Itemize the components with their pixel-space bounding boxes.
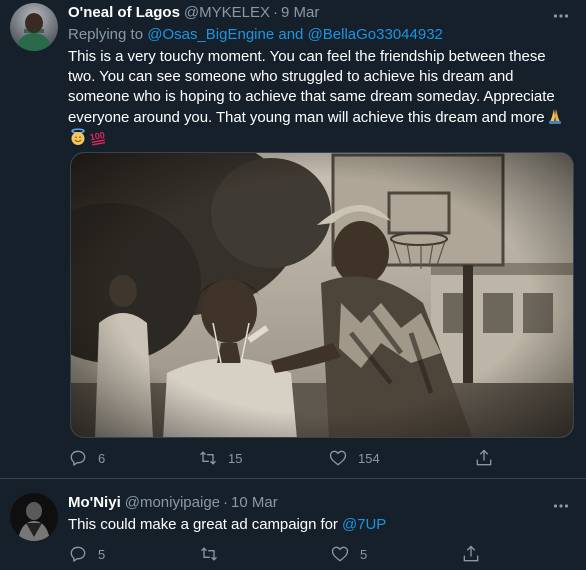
mention-link[interactable]: @Osas_BigEngine [147, 26, 274, 43]
tweet-actions: 5 5 [62, 544, 586, 564]
reply-and-text[interactable]: and [278, 26, 303, 43]
tweet-content: Mo'Niyi @moniyipaige · 10 Mar This could… [68, 493, 574, 535]
hundred-points-icon: 100 [89, 130, 106, 146]
tweet-text-content: This could make a great ad campaign for [68, 516, 338, 533]
tweet[interactable]: O'neal of Lagos @MYKELEX · 9 Mar Replyin… [0, 0, 586, 479]
avatar[interactable] [10, 493, 58, 541]
like-button[interactable]: 5 [324, 544, 455, 564]
more-options-icon[interactable] [552, 497, 570, 515]
tweet-text: This is a very touchy moment. You can fe… [68, 47, 574, 149]
like-count: 5 [360, 546, 368, 562]
display-name[interactable]: Mo'Niyi [68, 493, 121, 513]
heart-icon [329, 450, 347, 466]
heart-icon [331, 546, 349, 562]
tweet[interactable]: Mo'Niyi @moniyipaige · 10 Mar This could… [0, 479, 586, 570]
reply-button[interactable]: 5 [62, 544, 193, 564]
reply-icon [70, 546, 86, 562]
tweet-header: Mo'Niyi @moniyipaige · 10 Mar [68, 493, 574, 513]
retweet-button[interactable]: 15 [192, 448, 322, 468]
smiling-face-with-halo-icon [71, 128, 85, 145]
tweet-text-content: This is a very touchy moment. You can fe… [68, 48, 555, 126]
retweet-icon [200, 451, 216, 465]
mention-link[interactable]: @7UP [342, 516, 386, 533]
avatar[interactable] [10, 3, 58, 51]
folded-hands-icon [548, 109, 561, 124]
retweet-count: 15 [228, 450, 243, 466]
tweet-actions: 6 15 154 [62, 448, 586, 468]
tweet-date[interactable]: 10 Mar [231, 493, 278, 513]
share-icon [476, 449, 492, 466]
like-button[interactable]: 154 [322, 448, 452, 468]
share-icon [463, 545, 479, 562]
tweet-date[interactable]: 9 Mar [281, 3, 319, 23]
tweet-header: O'neal of Lagos @MYKELEX · 9 Mar [68, 3, 574, 23]
reply-button[interactable]: 6 [62, 448, 192, 468]
reply-count: 6 [98, 450, 106, 466]
more-options-icon[interactable] [552, 7, 570, 25]
retweet-icon [201, 547, 217, 561]
tweet-content: O'neal of Lagos @MYKELEX · 9 Mar Replyin… [68, 3, 574, 149]
user-handle[interactable]: @moniyipaige [125, 493, 220, 513]
user-handle[interactable]: @MYKELEX [184, 3, 270, 23]
replying-to-label: Replying to [68, 26, 144, 43]
replying-to: Replying to @Osas_BigEngine and @BellaGo… [68, 25, 574, 45]
retweet-button[interactable] [193, 544, 324, 564]
display-name[interactable]: O'neal of Lagos [68, 3, 180, 23]
separator-dot: · [223, 494, 229, 511]
like-count: 154 [358, 450, 380, 466]
share-button[interactable] [455, 544, 586, 564]
share-button[interactable] [468, 448, 586, 468]
reply-count: 5 [98, 546, 106, 562]
separator-dot: · [273, 4, 279, 21]
mention-link[interactable]: @BellaGo33044932 [308, 26, 443, 43]
tweet-photo[interactable] [70, 152, 574, 438]
tweet-text: This could make a great ad campaign for … [68, 515, 574, 535]
timeline-feed: O'neal of Lagos @MYKELEX · 9 Mar Replyin… [0, 0, 586, 570]
reply-icon [70, 450, 86, 466]
